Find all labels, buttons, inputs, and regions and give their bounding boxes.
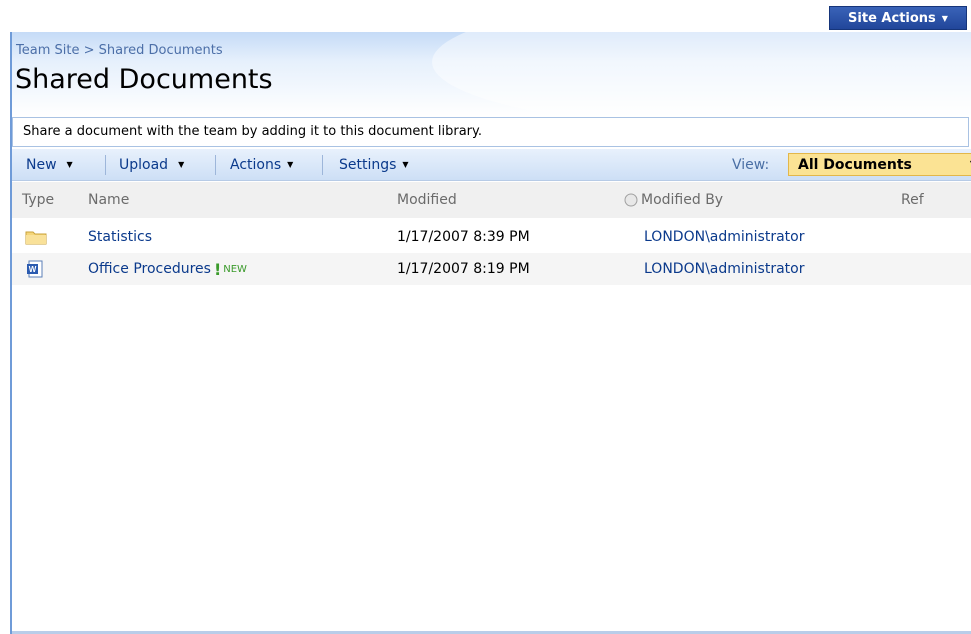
actions-menu[interactable]: Actions ▼ bbox=[230, 149, 293, 180]
toolbar: New ▼ Upload ▼ Actions ▼ Settings ▼ View… bbox=[12, 149, 971, 181]
modified-date: 1/17/2007 8:19 PM bbox=[397, 261, 530, 277]
page-title: Shared Documents bbox=[15, 64, 273, 95]
toolbar-divider bbox=[215, 155, 216, 175]
chevron-down-icon: ▼ bbox=[178, 160, 185, 169]
column-modified-by[interactable]: Modified By bbox=[623, 182, 723, 218]
document-name-link[interactable]: Statistics bbox=[88, 221, 152, 253]
document-name-link[interactable]: Office Procedures bbox=[88, 261, 211, 277]
folder-icon[interactable] bbox=[25, 221, 47, 253]
settings-menu-label: Settings bbox=[339, 156, 397, 173]
toolbar-divider bbox=[105, 155, 106, 175]
column-ref[interactable]: Ref bbox=[901, 182, 924, 218]
breadcrumb-team-site[interactable]: Team Site bbox=[16, 43, 79, 58]
new-menu-label: New bbox=[26, 156, 57, 173]
table-row: Statistics 1/17/2007 8:39 PM LONDON\admi… bbox=[12, 221, 971, 253]
new-exclamation-icon: ! bbox=[213, 259, 222, 279]
view-selector[interactable]: All Documents ▼ bbox=[788, 153, 971, 176]
column-name[interactable]: Name bbox=[88, 182, 129, 218]
upload-menu-label: Upload bbox=[119, 156, 169, 173]
column-modified-by-label: Modified By bbox=[641, 192, 724, 208]
breadcrumb-current: Shared Documents bbox=[98, 43, 223, 58]
chevron-down-icon: ▼ bbox=[66, 160, 73, 169]
column-type[interactable]: Type bbox=[22, 182, 54, 218]
modified-by-link[interactable]: LONDON\administrator bbox=[644, 221, 804, 253]
table-header: Type Name Modified Modified By Ref bbox=[12, 182, 971, 218]
breadcrumb-separator: > bbox=[83, 43, 95, 58]
new-badge: NEW bbox=[223, 263, 247, 275]
modified-by-link[interactable]: LONDON\administrator bbox=[644, 253, 804, 285]
chevron-down-icon: ▼ bbox=[941, 13, 948, 23]
library-description: Share a document with the team by adding… bbox=[12, 117, 969, 147]
settings-menu[interactable]: Settings ▼ bbox=[339, 149, 409, 180]
header-swoosh bbox=[432, 32, 971, 116]
table-row: W Office Procedures ! NEW 1/17/2007 8:19… bbox=[12, 253, 971, 285]
chevron-down-icon: ▼ bbox=[402, 160, 409, 169]
document-name-cell: Office Procedures ! NEW bbox=[88, 253, 247, 285]
upload-menu[interactable]: Upload ▼ bbox=[119, 149, 184, 180]
toolbar-divider bbox=[322, 155, 323, 175]
modified-date: 1/17/2007 8:39 PM bbox=[397, 229, 530, 245]
column-modified[interactable]: Modified bbox=[397, 182, 457, 218]
view-selector-value: All Documents bbox=[798, 156, 912, 173]
site-actions-button[interactable]: Site Actions ▼ bbox=[829, 6, 967, 30]
word-document-icon[interactable]: W bbox=[26, 253, 44, 285]
breadcrumb: Team Site > Shared Documents bbox=[16, 43, 223, 58]
chevron-down-icon: ▼ bbox=[287, 160, 294, 169]
view-label: View: bbox=[732, 156, 770, 173]
site-actions-label: Site Actions bbox=[848, 10, 936, 26]
top-bar: Site Actions ▼ bbox=[0, 0, 971, 32]
new-menu[interactable]: New ▼ bbox=[26, 149, 73, 180]
actions-menu-label: Actions bbox=[230, 156, 282, 173]
svg-text:W: W bbox=[29, 265, 37, 274]
presence-icon bbox=[624, 193, 638, 207]
